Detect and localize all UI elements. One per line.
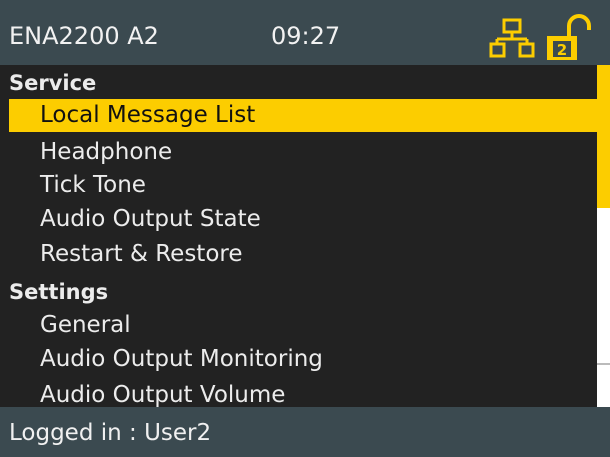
section-header-service: Service xyxy=(9,71,97,95)
login-status: Logged in : User2 xyxy=(9,420,212,446)
menu-item-restart-restore[interactable]: Restart & Restore xyxy=(0,238,597,271)
lock-level: 2 xyxy=(557,41,567,59)
menu-item-audio-output-volume[interactable]: Audio Output Volume xyxy=(0,379,597,407)
unlocked-icon: 2 xyxy=(547,14,591,60)
menu-item-audio-output-state[interactable]: Audio Output State xyxy=(0,203,597,236)
menu-item-headphone[interactable]: Headphone xyxy=(0,136,597,169)
status-bar: Logged in : User2 xyxy=(0,407,610,457)
menu-item-general[interactable]: General xyxy=(0,309,597,342)
menu-item-local-message-list[interactable]: Local Message List xyxy=(9,99,597,132)
scrollbar-thumb[interactable] xyxy=(597,65,610,208)
device-name: ENA2200 A2 xyxy=(9,22,159,50)
network-icon xyxy=(489,18,535,58)
scrollbar[interactable] xyxy=(597,65,610,407)
scrollbar-marker xyxy=(597,363,610,365)
menu-item-audio-output-monitoring[interactable]: Audio Output Monitoring xyxy=(0,343,597,376)
menu-item-tick-tone[interactable]: Tick Tone xyxy=(0,169,597,202)
menu-list: Service Local Message List Headphone Tic… xyxy=(0,65,597,407)
header-bar: ENA2200 A2 09:27 2 xyxy=(0,0,610,65)
clock: 09:27 xyxy=(271,22,341,50)
section-header-settings: Settings xyxy=(9,280,109,304)
